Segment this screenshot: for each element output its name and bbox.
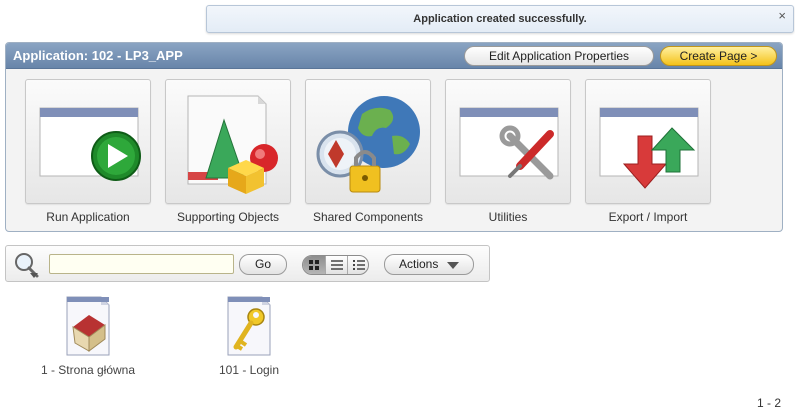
view-switcher (302, 255, 369, 275)
supporting-objects-tile[interactable] (165, 79, 291, 204)
search-input[interactable] (49, 254, 234, 274)
run-application-icon (39, 107, 141, 181)
utilities-icon (459, 107, 559, 180)
report-view-icon (331, 260, 343, 270)
run-application-tile[interactable] (25, 79, 151, 204)
shared-components-icon (316, 96, 420, 193)
run-application-label: Run Application (46, 210, 130, 224)
shared-components-tile[interactable] (305, 79, 431, 204)
search-bar: Go Actions (5, 245, 490, 282)
grid-view-icon (309, 260, 319, 270)
list-view-icon (353, 260, 365, 270)
application-title: Application: 102 - LP3_APP (13, 48, 183, 63)
edit-application-properties-button[interactable]: Edit Application Properties (464, 46, 654, 66)
create-page-button[interactable]: Create Page > (660, 46, 777, 66)
export-import-label: Export / Import (608, 210, 688, 224)
export-import-tile[interactable] (585, 79, 711, 204)
application-region: Application: 102 - LP3_APP Edit Applicat… (5, 42, 783, 232)
shared-components-label: Shared Components (312, 210, 424, 224)
login-page-icon (227, 296, 271, 356)
page-label-home: 1 - Strona główna (40, 363, 136, 377)
chevron-down-icon (447, 262, 459, 269)
page-item-home[interactable]: 1 - Strona główna (18, 295, 158, 377)
success-message-text: Application created successfully. (413, 13, 587, 25)
actions-menu-button[interactable]: Actions (384, 254, 474, 275)
actions-label: Actions (399, 257, 439, 271)
export-import-icon (599, 107, 699, 189)
search-icon[interactable] (12, 251, 40, 279)
pagination-info: 1 - 2 (756, 396, 781, 410)
view-report-button[interactable] (325, 256, 347, 274)
utilities-label: Utilities (488, 210, 528, 224)
close-icon[interactable]: × (778, 9, 786, 23)
page-label-login: 101 - Login (218, 363, 280, 377)
view-icons-button[interactable] (303, 256, 325, 274)
view-details-button[interactable] (347, 256, 368, 274)
home-page-icon (66, 296, 110, 356)
page-item-login[interactable]: 101 - Login (179, 295, 319, 377)
region-header: Application: 102 - LP3_APP Edit Applicat… (6, 43, 782, 69)
utilities-tile[interactable] (445, 79, 571, 204)
supporting-objects-icon (187, 95, 278, 194)
success-message: Application created successfully. × (206, 5, 794, 33)
go-button[interactable]: Go (239, 254, 287, 275)
supporting-objects-label: Supporting Objects (176, 210, 280, 224)
